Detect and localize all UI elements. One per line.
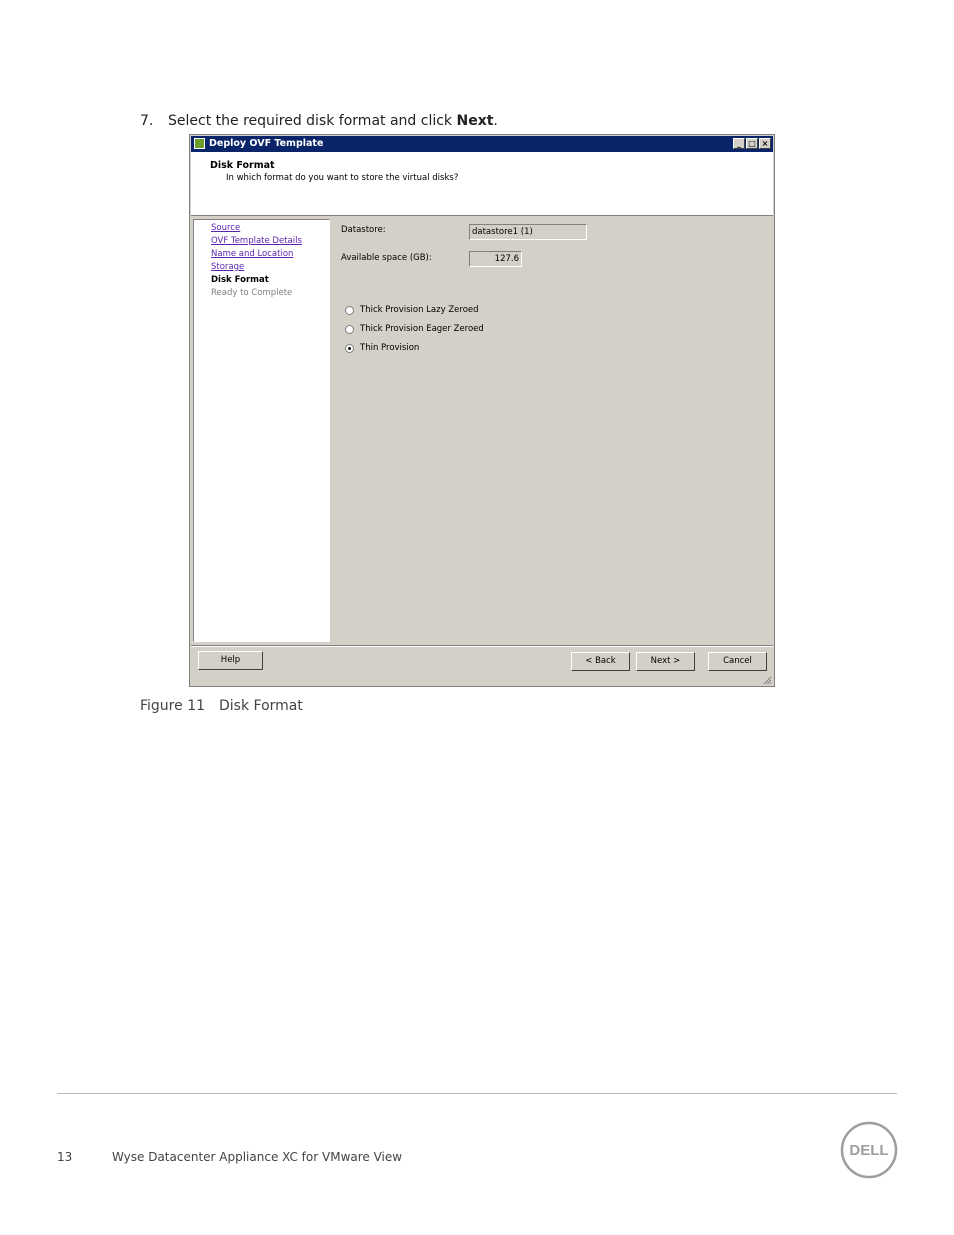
dell-logo-text: DELL	[849, 1142, 888, 1159]
figure-caption: Figure 11 Disk Format	[140, 698, 303, 714]
resize-grip-icon[interactable]	[762, 675, 772, 685]
window-controls: _ □ ×	[733, 138, 771, 149]
button-separator	[191, 645, 773, 647]
available-space-field: 127.6	[469, 251, 522, 267]
deploy-ovf-dialog: Deploy OVF Template _ □ × Disk Format In…	[189, 134, 775, 687]
nav-item-name-and-location[interactable]: Name and Location	[211, 249, 293, 259]
step-number: 7.	[140, 113, 154, 129]
minimize-button[interactable]: _	[733, 138, 745, 149]
figure-number: Figure 11	[140, 698, 206, 714]
header-panel: Disk Format In which format do you want …	[191, 152, 773, 216]
dell-logo-icon: DELL	[840, 1121, 898, 1179]
step-instruction: 7. Select the required disk format and cl…	[140, 113, 498, 129]
document-title: Wyse Datacenter Appliance XC for VMware …	[112, 1150, 403, 1164]
title-bar[interactable]: Deploy OVF Template _ □ ×	[191, 136, 773, 152]
option-thin-provision[interactable]: Thin Provision	[345, 343, 419, 353]
step-bold-next: Next	[456, 113, 494, 129]
cancel-button[interactable]: Cancel	[708, 652, 767, 671]
radio-thin-provision[interactable]	[345, 343, 354, 353]
datastore-label: Datastore:	[341, 225, 386, 235]
option-thick-eager[interactable]: Thick Provision Eager Zeroed	[345, 324, 484, 334]
next-button[interactable]: Next >	[636, 652, 695, 671]
page-number: 13	[57, 1150, 73, 1164]
nav-item-ready-to-complete: Ready to Complete	[211, 288, 293, 298]
maximize-button[interactable]: □	[746, 138, 758, 149]
help-button[interactable]: Help	[198, 651, 263, 670]
header-title: Disk Format	[210, 160, 275, 171]
option-label-thick-eager: Thick Provision Eager Zeroed	[360, 324, 484, 334]
back-button[interactable]: < Back	[571, 652, 630, 671]
figure-title: Disk Format	[219, 698, 303, 714]
app-icon	[194, 138, 205, 149]
window-title: Deploy OVF Template	[209, 138, 324, 149]
option-thick-lazy[interactable]: Thick Provision Lazy Zeroed	[345, 305, 479, 315]
radio-thick-eager[interactable]	[345, 324, 354, 334]
radio-thick-lazy[interactable]	[345, 305, 354, 315]
footer-divider	[57, 1093, 897, 1094]
datastore-field: datastore1 (1)	[469, 224, 587, 240]
available-space-label: Available space (GB):	[341, 253, 432, 263]
close-button[interactable]: ×	[759, 138, 771, 149]
nav-item-storage[interactable]: Storage	[211, 262, 244, 272]
option-label-thick-lazy: Thick Provision Lazy Zeroed	[360, 305, 479, 315]
nav-item-source[interactable]: Source	[211, 223, 240, 233]
nav-item-disk-format: Disk Format	[211, 275, 269, 285]
step-text-end: .	[493, 113, 498, 129]
step-text: Select the required disk format and clic…	[168, 113, 457, 129]
content-panel: Datastore: datastore1 (1) Available spac…	[331, 219, 772, 642]
option-label-thin-provision: Thin Provision	[360, 343, 420, 353]
nav-item-ovf-template-details[interactable]: OVF Template Details	[211, 236, 302, 246]
header-subtitle: In which format do you want to store the…	[226, 173, 459, 183]
wizard-nav: Source OVF Template Details Name and Loc…	[193, 219, 330, 642]
